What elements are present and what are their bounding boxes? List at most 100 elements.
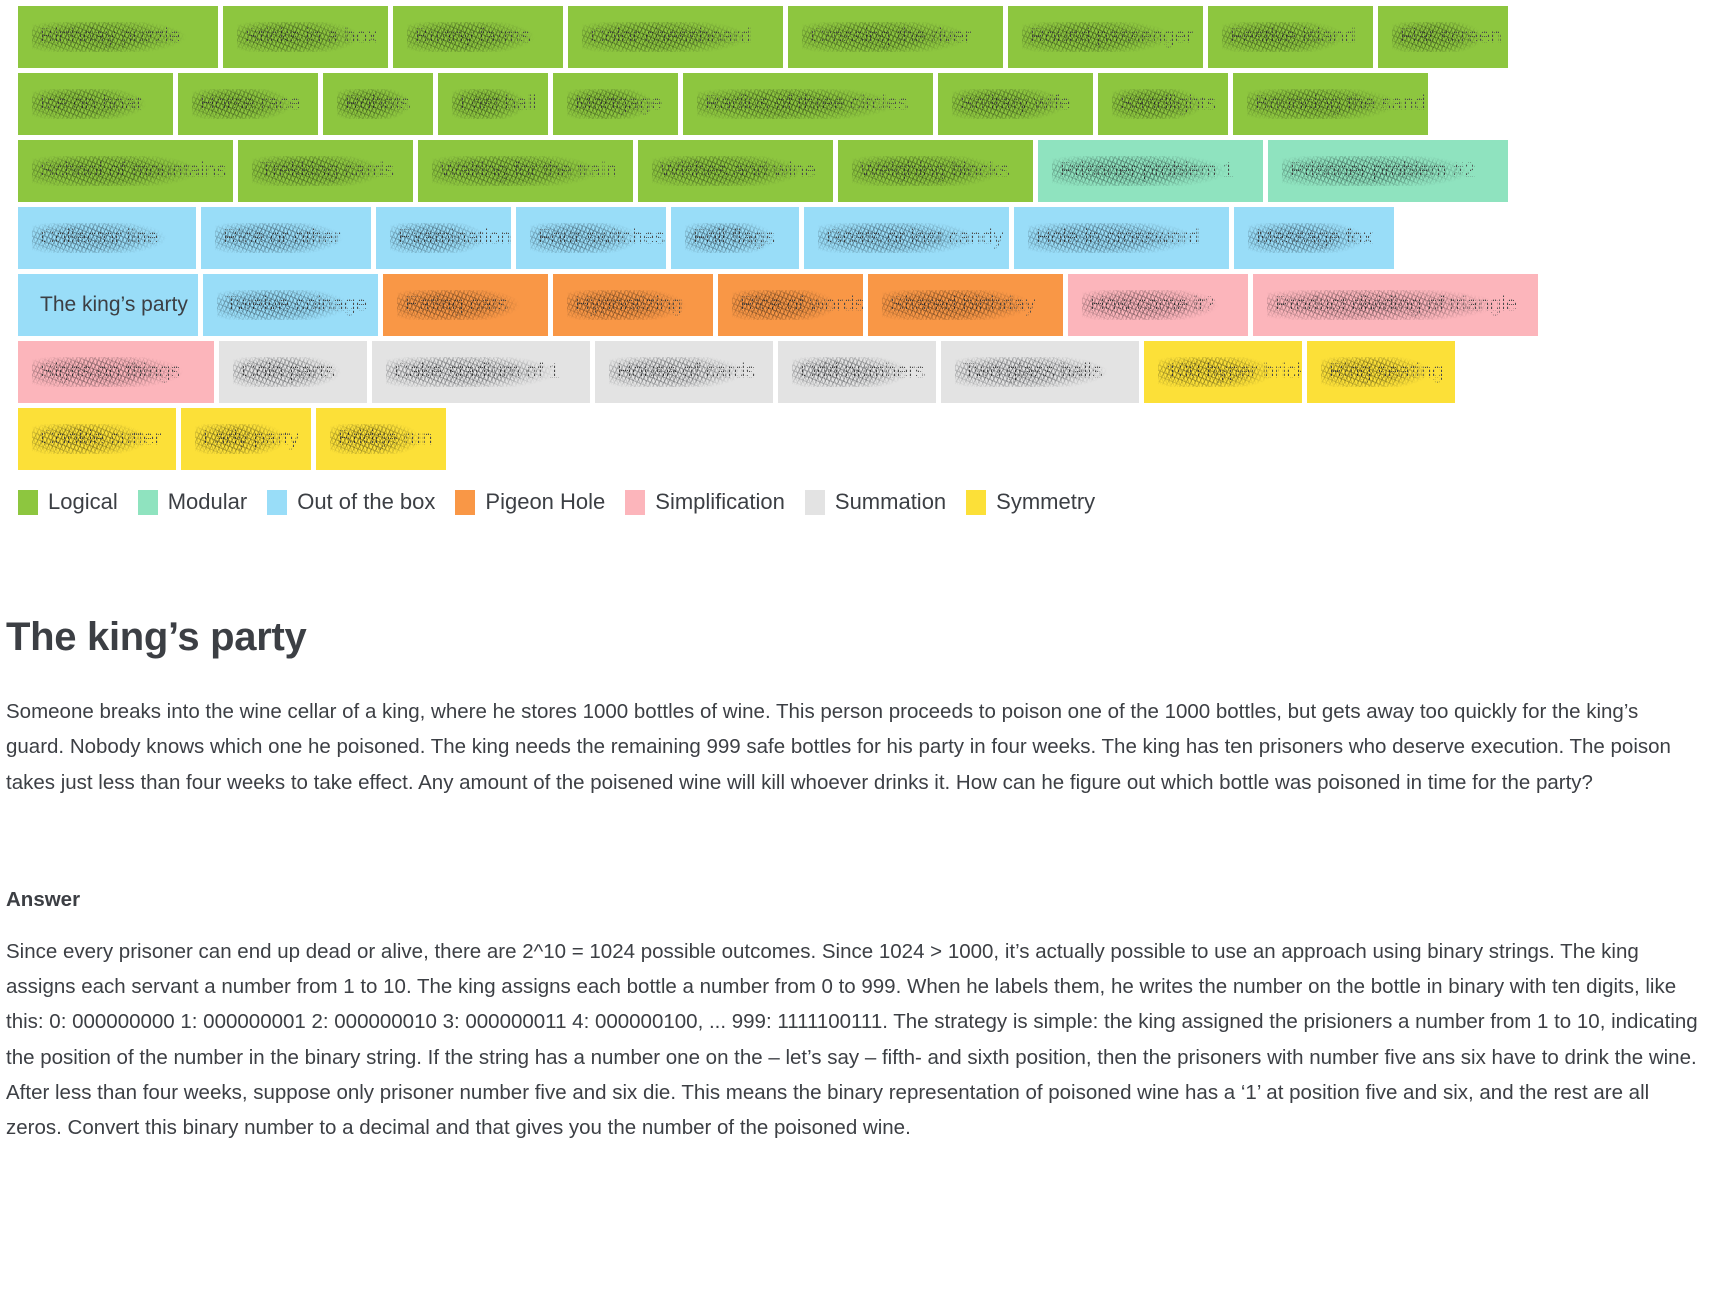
legend-item-logical[interactable]: Logical <box>18 489 118 515</box>
legend-label: Logical <box>48 489 118 514</box>
puzzle-tag-label: Birthday puzzle <box>40 25 181 48</box>
puzzle-tag[interactable]: Hypnotizing <box>553 274 713 336</box>
puzzle-tag[interactable]: Twelve coinage <box>203 274 378 336</box>
puzzle-tag-label: Sticks in a box <box>245 25 378 48</box>
puzzle-tag[interactable]: 100 hyper bricks <box>1144 341 1302 403</box>
puzzle-tag[interactable]: The king’s party <box>18 274 198 336</box>
puzzle-tag[interactable]: Flat screen <box>1378 6 1508 68</box>
legend-item-pigeon-hole[interactable]: Pigeon Hole <box>455 489 605 515</box>
puzzle-tag-label: Odd numbers <box>800 360 926 383</box>
legend-item-summation[interactable]: Summation <box>804 489 947 515</box>
puzzle-tag-label: Radius of three circles <box>705 92 909 115</box>
legend-item-out-of-the-box[interactable]: Out of the box <box>267 489 435 515</box>
legend-swatch-icon <box>267 489 288 515</box>
puzzle-tag[interactable]: Lost ball <box>438 73 548 135</box>
puzzle-tag[interactable]: Sticks in a box <box>223 6 388 68</box>
puzzle-tag[interactable]: Shared birthday <box>868 274 1063 336</box>
puzzle-tag[interactable]: Sandlights <box>1098 73 1228 135</box>
puzzle-tag[interactable]: Rice or other <box>201 207 371 269</box>
tag-row: Birthday puzzle Sticks in a box Bunny farm… <box>0 6 1724 68</box>
puzzle-tag[interactable]: Lady party <box>181 408 311 470</box>
puzzle-tag[interactable]: Coin parts <box>219 341 367 403</box>
puzzle-tag[interactable]: Wishes and wine <box>638 140 833 202</box>
puzzle-tag[interactable]: Festive island <box>1208 6 1373 68</box>
legend-item-simplification[interactable]: Simplification <box>625 489 785 515</box>
puzzle-tag[interactable]: Rice of words <box>718 274 863 336</box>
puzzle-tag[interactable]: Trekking cards <box>238 140 413 202</box>
puzzle-tag[interactable]: Prisoner problem 1 <box>1038 140 1263 202</box>
puzzle-tag[interactable]: Mortgage <box>553 73 678 135</box>
puzzle-tag[interactable]: Weighing blocks <box>838 140 1033 202</box>
puzzle-tag[interactable]: Message fox <box>1234 207 1394 269</box>
answer-heading: Answer <box>6 887 81 911</box>
puzzle-tag[interactable]: Birthday puzzle <box>18 6 218 68</box>
puzzle-tag[interactable]: Round passenger <box>1008 6 1203 68</box>
puzzle-article: The king’s party Someone breaks into the… <box>0 515 1710 1185</box>
puzzle-tag-label: Wishes and wine <box>660 159 816 182</box>
puzzle-tag-label: 100 hyper bricks <box>1166 360 1302 383</box>
puzzle-tag-label: Foil flags <box>693 226 776 249</box>
puzzle-tag[interactable]: Bouncing the sand <box>1233 73 1428 135</box>
legend-swatch-icon <box>455 489 476 515</box>
puzzle-tag-label: Collector line <box>40 226 159 249</box>
page-title: The king’s party <box>6 615 307 659</box>
puzzle-tag-label: Shared birthday <box>890 293 1036 316</box>
puzzle-tag-label: Crossing the river <box>810 25 971 48</box>
puzzle-tag[interactable]: Bunny farms <box>393 6 563 68</box>
puzzle-tag[interactable]: Goats or lost candy <box>804 207 1009 269</box>
puzzle-tag[interactable]: Solitary wife <box>938 73 1093 135</box>
legend-swatch-icon <box>18 489 38 515</box>
puzzle-tag[interactable]: Prisoner problem #2 <box>1268 140 1508 202</box>
puzzle-tag[interactable]: School of mountains <box>18 140 233 202</box>
legend-label: Out of the box <box>297 489 436 514</box>
legend-item-modular[interactable]: Modular <box>137 489 247 515</box>
puzzle-tag-label: Round passenger <box>1030 25 1193 48</box>
puzzle-tag[interactable]: How come it? <box>1068 274 1248 336</box>
puzzle-tag[interactable]: Four switches <box>516 207 666 269</box>
puzzle-question: Someone breaks into the wine cellar of a… <box>6 700 1671 794</box>
legend-swatch-icon <box>625 489 646 515</box>
puzzle-tag[interactable]: Eating oats <box>383 274 548 336</box>
puzzle-tag[interactable]: Cake stadium of 1 <box>372 341 590 403</box>
puzzle-tag-label: Robots <box>345 92 411 115</box>
puzzle-tag-label: Bunny farms <box>415 25 531 48</box>
puzzle-tag-label: Solitary wife <box>960 92 1071 115</box>
puzzle-tag[interactable]: Ring seating <box>1307 341 1455 403</box>
puzzle-tag[interactable]: Odd numbers <box>778 341 936 403</box>
puzzle-tag-label: Rice of words <box>740 293 863 316</box>
legend-item-symmetry[interactable]: Symmetry <box>966 489 1095 515</box>
puzzle-tag[interactable]: Bridge run <box>316 408 446 470</box>
category-legend: Logical Modular Out of the box Pigeon Hole S… <box>0 475 1724 515</box>
tag-row: The king’s party Twelve coinage Eating oat… <box>0 274 1724 336</box>
puzzle-tag[interactable]: Horse race <box>178 73 318 135</box>
puzzle-tag[interactable]: Radius of three circles <box>683 73 933 135</box>
puzzle-tag[interactable]: Product dividing of triangle <box>1253 274 1538 336</box>
puzzle-tag[interactable]: Color chessboard <box>568 6 783 68</box>
puzzle-tag-label: Hole in crossword <box>1036 226 1200 249</box>
puzzle-tag[interactable]: Signs on things <box>18 341 214 403</box>
puzzle-tag-label: Mortgage <box>575 92 663 115</box>
puzzle-tag-label: Four switches <box>538 226 665 249</box>
legend-label: Summation <box>834 489 947 514</box>
tag-cloud: Birthday puzzle Sticks in a box Bunny farm… <box>0 0 1724 470</box>
puzzle-tag[interactable]: Collector line <box>18 207 196 269</box>
puzzle-tag[interactable]: House of cards <box>595 341 773 403</box>
puzzle-tag[interactable]: Two glass balls <box>941 341 1139 403</box>
puzzle-tag[interactable]: Ice on boat <box>18 73 173 135</box>
puzzle-tag-label: Signs on things <box>40 360 181 383</box>
legend-label: Simplification <box>655 489 785 514</box>
puzzle-tag[interactable]: Foil flags <box>671 207 799 269</box>
puzzle-tag-label: Examination <box>398 226 511 249</box>
tag-row: Cookie cutter Lady party Bridge run <box>0 408 1724 470</box>
puzzle-tag-label: Prisoner problem 1 <box>1060 159 1234 182</box>
puzzle-tag-label: Bridge run <box>338 427 433 450</box>
puzzle-tag[interactable]: Cookie cutter <box>18 408 176 470</box>
tag-row: Ice on boat Horse race Robots Lost ball Mort… <box>0 73 1724 135</box>
puzzle-tag[interactable]: Crossing the river <box>788 6 1003 68</box>
puzzle-tag[interactable]: Hole in crossword <box>1014 207 1229 269</box>
puzzle-tag[interactable]: Waiting for the train <box>418 140 633 202</box>
puzzle-tag[interactable]: Examination <box>376 207 511 269</box>
puzzle-tag-label: House of cards <box>617 360 756 383</box>
legend-swatch-icon <box>137 489 158 515</box>
puzzle-tag[interactable]: Robots <box>323 73 433 135</box>
